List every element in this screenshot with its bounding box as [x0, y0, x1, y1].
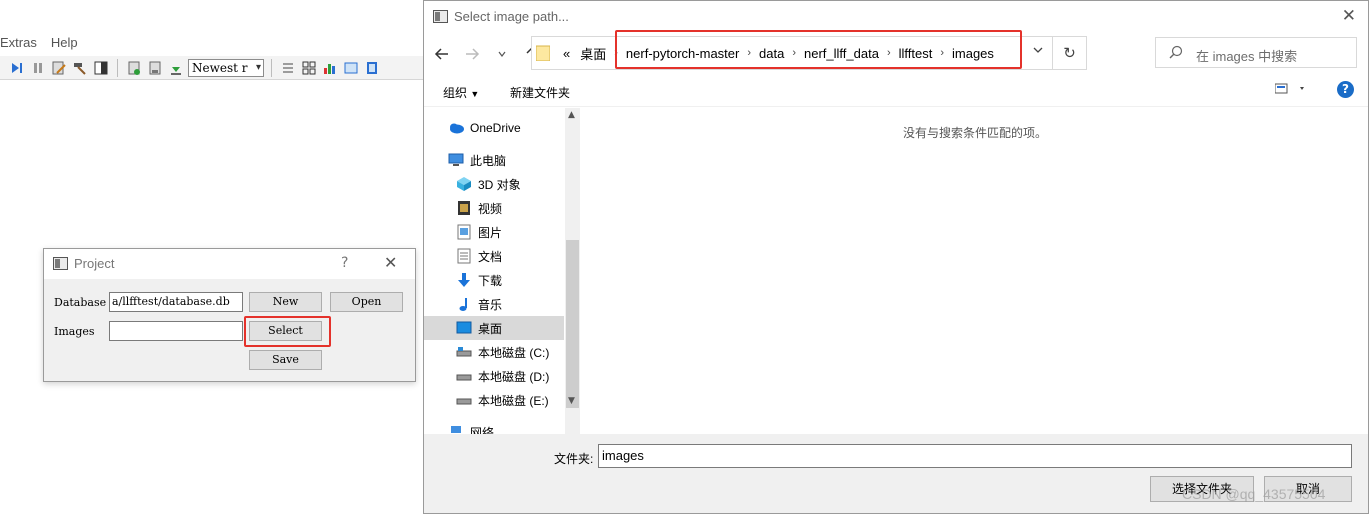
new-folder-button[interactable]: 新建文件夹: [510, 84, 570, 101]
drive-icon: [456, 344, 472, 360]
new-database-button[interactable]: New: [249, 292, 322, 312]
nav-item-this-pc[interactable]: 此电脑: [424, 148, 564, 172]
nav-item-drive-e[interactable]: 本地磁盘 (E:): [424, 388, 564, 412]
address-history-chevron-icon[interactable]: [1032, 45, 1044, 58]
navigation-buttons: [432, 41, 542, 67]
contrast-icon[interactable]: [92, 59, 110, 77]
play-icon[interactable]: [8, 59, 26, 77]
organize-menu[interactable]: 组织 ▼: [443, 84, 479, 101]
database-label: Database: [54, 296, 107, 309]
app-toolbar: Newest r ▾: [0, 56, 424, 80]
nav-item-documents[interactable]: 文档: [424, 244, 564, 268]
folder-icon: [535, 45, 551, 62]
open-database-button[interactable]: Open: [330, 292, 403, 312]
picture-icon: [456, 224, 472, 240]
scrollbar-thumb[interactable]: [566, 240, 579, 408]
model-selector-combo[interactable]: Newest r ▾: [188, 58, 264, 77]
drive-icon: [456, 392, 472, 408]
app-menubar: Extras Help: [0, 33, 424, 53]
close-icon[interactable]: ✕: [384, 253, 397, 272]
search-input[interactable]: 在 images 中搜索: [1155, 37, 1357, 68]
add-database-icon[interactable]: [125, 59, 143, 77]
menu-help[interactable]: Help: [51, 33, 78, 53]
network-icon: [448, 424, 464, 434]
file-dialog-title: Select image path...: [454, 9, 569, 24]
nav-item-desktop[interactable]: 桌面: [424, 316, 564, 340]
select-folder-dialog: Select image path... ✕ « 桌面 › nerf-pytor…: [423, 0, 1369, 514]
project-dialog: Project ? ✕ Database a/llfftest/database…: [43, 248, 416, 382]
navigation-pane: OneDrive 此电脑 3D 对象 视频 图片 文档 下载 音乐 桌面 本地磁…: [424, 108, 580, 434]
nav-item-3d-objects[interactable]: 3D 对象: [424, 172, 564, 196]
project-dialog-title: Project: [74, 256, 115, 271]
pause-icon[interactable]: [29, 59, 47, 77]
nav-item-music[interactable]: 音乐: [424, 292, 564, 316]
nav-item-drive-c[interactable]: 本地磁盘 (C:): [424, 340, 564, 364]
nav-item-onedrive[interactable]: OneDrive: [424, 116, 564, 140]
image-viewer-icon[interactable]: [342, 59, 360, 77]
desktop-icon: [456, 320, 472, 336]
forward-arrow-icon[interactable]: [462, 44, 482, 64]
navigation-scrollbar[interactable]: ▲ ▼: [565, 108, 580, 434]
file-dialog-titlebar: Select image path... ✕: [424, 1, 1368, 33]
download-db-icon[interactable]: [167, 59, 185, 77]
menu-extras[interactable]: Extras: [0, 33, 37, 53]
toolbar-separator: [271, 58, 272, 77]
cube-icon: [456, 176, 472, 192]
chevron-down-icon: ▼: [470, 89, 480, 99]
save-project-button[interactable]: Save: [249, 350, 322, 370]
computer-icon: [448, 152, 464, 168]
music-icon: [456, 296, 472, 312]
images-path-input[interactable]: [109, 321, 243, 341]
list-icon[interactable]: [279, 59, 297, 77]
window-icon: [53, 257, 68, 270]
close-icon[interactable]: ✕: [1342, 6, 1356, 26]
film-icon[interactable]: [363, 59, 381, 77]
bar-chart-icon[interactable]: [321, 59, 339, 77]
download-icon: [456, 272, 472, 288]
window-icon: [433, 10, 448, 23]
document-icon: [456, 248, 472, 264]
images-label: Images: [54, 325, 95, 338]
nav-item-drive-d[interactable]: 本地磁盘 (D:): [424, 364, 564, 388]
nav-item-videos[interactable]: 视频: [424, 196, 564, 220]
select-highlight-box: [244, 316, 331, 347]
breadcrumb-highlight-box: [615, 30, 1022, 69]
app-window-background: [0, 0, 424, 30]
view-options-icon[interactable]: [1274, 83, 1305, 98]
watermark-text: CSDN @qq_43575504: [1182, 486, 1326, 502]
file-list-area[interactable]: 没有与搜索条件匹配的项。: [582, 108, 1368, 434]
refresh-icon[interactable]: ↻: [1052, 37, 1086, 69]
project-dialog-titlebar: Project ? ✕: [44, 249, 415, 279]
database-path-input[interactable]: a/llfftest/database.db: [109, 292, 243, 312]
nav-item-downloads[interactable]: 下载: [424, 268, 564, 292]
nav-item-pictures[interactable]: 图片: [424, 220, 564, 244]
empty-results-message: 没有与搜索条件匹配的项。: [902, 126, 1047, 140]
drive-icon: [456, 368, 472, 384]
grid-icon[interactable]: [300, 59, 318, 77]
folder-label: 文件夹:: [554, 452, 594, 466]
folder-name-input[interactable]: images: [598, 444, 1352, 468]
nav-item-network[interactable]: 网络: [424, 420, 564, 434]
video-icon: [456, 200, 472, 216]
recent-chevron-icon[interactable]: [492, 44, 512, 64]
help-icon[interactable]: ?: [1337, 81, 1354, 98]
edit-icon[interactable]: [50, 59, 68, 77]
chevron-down-icon: ▾: [255, 61, 261, 73]
database-icon[interactable]: [146, 59, 164, 77]
search-placeholder: 在 images 中搜索: [1196, 49, 1298, 64]
breadcrumb-overflow[interactable]: «: [558, 46, 575, 61]
back-arrow-icon[interactable]: [432, 44, 452, 64]
toolbar-separator: [117, 58, 118, 77]
cloud-icon: [448, 120, 464, 136]
help-icon[interactable]: ?: [341, 255, 348, 271]
hammer-icon[interactable]: [71, 59, 89, 77]
scroll-up-icon[interactable]: ▲: [568, 110, 575, 120]
scroll-down-icon[interactable]: ▼: [568, 396, 575, 406]
breadcrumb-desktop[interactable]: 桌面: [575, 44, 611, 63]
search-icon: [1168, 44, 1184, 63]
command-bar: 组织 ▼ 新建文件夹: [424, 75, 1368, 107]
